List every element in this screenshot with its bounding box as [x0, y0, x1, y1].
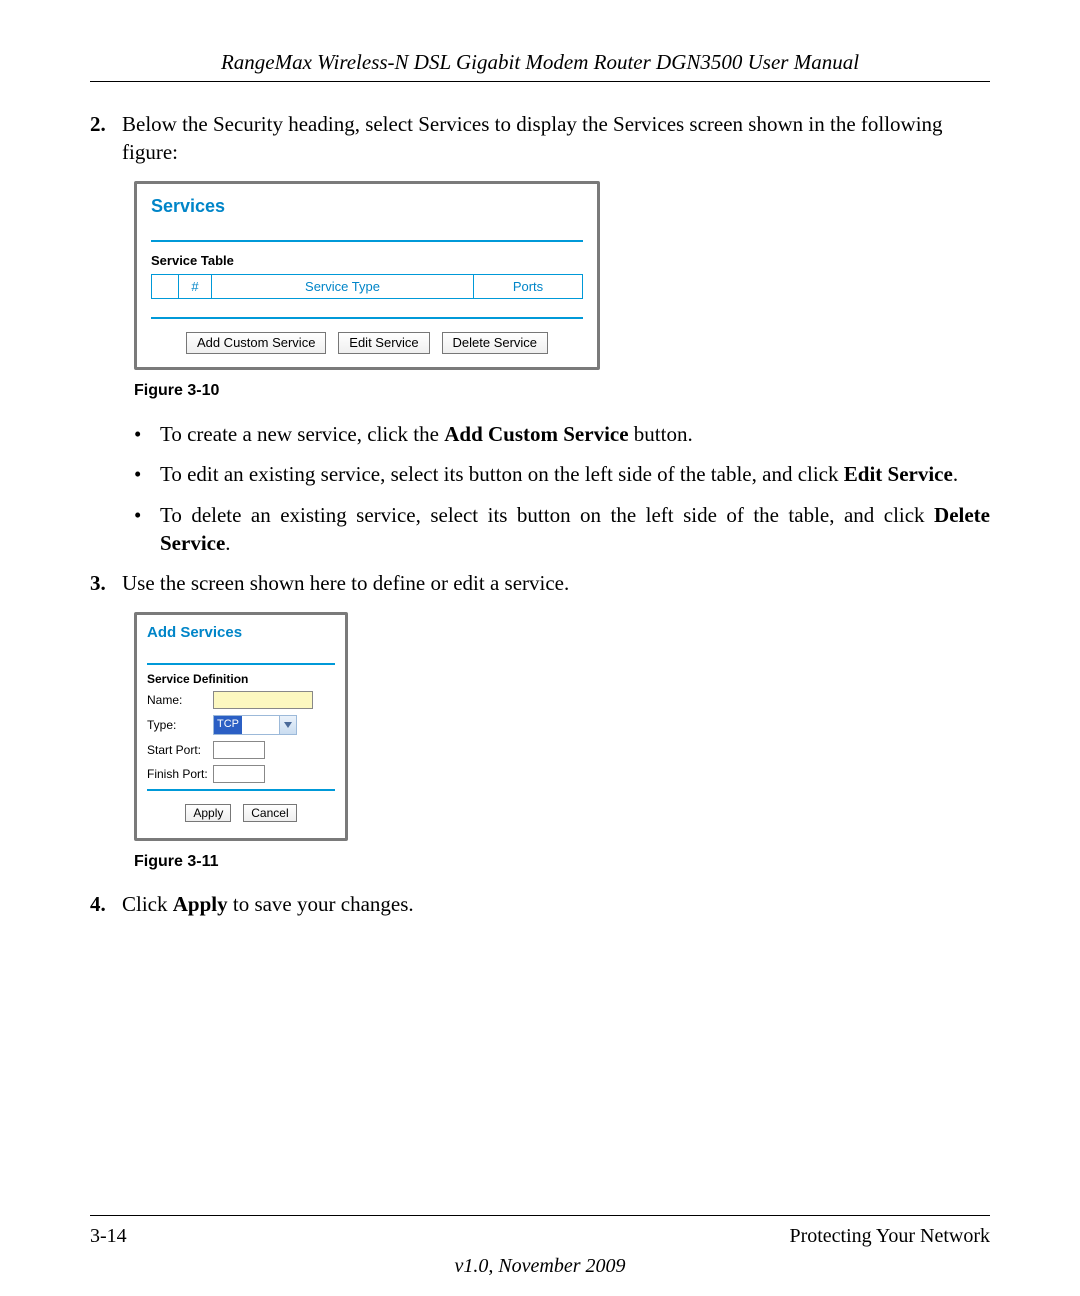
bullet-3-a: To delete an existing service, select it…: [160, 503, 934, 527]
figure-3-11-panel: Add Services Service Definition Name: Ty…: [134, 612, 348, 841]
service-table-label: Service Table: [151, 252, 583, 270]
service-table-col-num: #: [179, 274, 212, 299]
bullet-icon: •: [134, 420, 160, 448]
step-4-c: to save your changes.: [228, 892, 414, 916]
bullet-1-bold: Add Custom Service: [444, 422, 628, 446]
page-number: 3-14: [90, 1225, 127, 1248]
service-table: # Service Type Ports: [151, 274, 583, 300]
type-select-value: TCP: [214, 716, 242, 734]
step-2-text: Below the Security heading, select Servi…: [122, 110, 990, 167]
add-custom-service-button[interactable]: Add Custom Service: [186, 332, 327, 354]
services-button-divider: [151, 317, 583, 319]
step-3-text: Use the screen shown here to define or e…: [122, 569, 990, 597]
step-3-number: 3.: [90, 569, 122, 597]
type-select[interactable]: TCP: [213, 715, 297, 735]
section-title: Protecting Your Network: [789, 1225, 990, 1248]
services-divider: [151, 240, 583, 242]
version-footer: v1.0, November 2009: [0, 1255, 1080, 1278]
service-table-col-ports: Ports: [474, 274, 583, 299]
bullet-3: To delete an existing service, select it…: [160, 501, 990, 558]
name-field[interactable]: [213, 691, 313, 709]
step-4-text: Click Apply to save your changes.: [122, 890, 990, 918]
bullet-2-a: To edit an existing service, select its …: [160, 462, 844, 486]
type-label: Type:: [147, 717, 213, 733]
step-4-bold: Apply: [173, 892, 228, 916]
start-port-field[interactable]: [213, 741, 265, 759]
service-table-col-select: [152, 274, 179, 299]
service-definition-label: Service Definition: [147, 671, 335, 687]
add-services-heading: Add Services: [147, 623, 335, 643]
figure-3-11-caption: Figure 3-11: [134, 851, 990, 873]
add-services-divider: [147, 663, 335, 665]
figure-3-10-caption: Figure 3-10: [134, 380, 990, 402]
chevron-down-icon: [279, 716, 296, 734]
bullet-1-a: To create a new service, click the: [160, 422, 444, 446]
step-2-number: 2.: [90, 110, 122, 167]
bullet-2: To edit an existing service, select its …: [160, 460, 990, 488]
bullet-icon: •: [134, 460, 160, 488]
service-table-col-type: Service Type: [212, 274, 474, 299]
bullet-icon: •: [134, 501, 160, 558]
bullet-2-bold: Edit Service: [844, 462, 953, 486]
bullet-3-c: .: [225, 531, 230, 555]
bullet-2-c: .: [953, 462, 958, 486]
name-label: Name:: [147, 692, 213, 708]
cancel-button[interactable]: Cancel: [243, 804, 296, 822]
add-services-button-divider: [147, 789, 335, 791]
manual-header: RangeMax Wireless-N DSL Gigabit Modem Ro…: [90, 50, 990, 81]
bullet-1-c: button.: [629, 422, 693, 446]
finish-port-field[interactable]: [213, 765, 265, 783]
services-heading: Services: [151, 194, 583, 218]
finish-port-label: Finish Port:: [147, 766, 213, 782]
apply-button[interactable]: Apply: [185, 804, 231, 822]
step-4-number: 4.: [90, 890, 122, 918]
header-rule: [90, 81, 990, 82]
start-port-label: Start Port:: [147, 742, 213, 758]
edit-service-button[interactable]: Edit Service: [338, 332, 429, 354]
footer-rule: [90, 1215, 990, 1216]
figure-3-10-panel: Services Service Table # Service Type Po…: [134, 181, 600, 371]
bullet-1: To create a new service, click the Add C…: [160, 420, 990, 448]
step-4-a: Click: [122, 892, 173, 916]
delete-service-button[interactable]: Delete Service: [442, 332, 549, 354]
